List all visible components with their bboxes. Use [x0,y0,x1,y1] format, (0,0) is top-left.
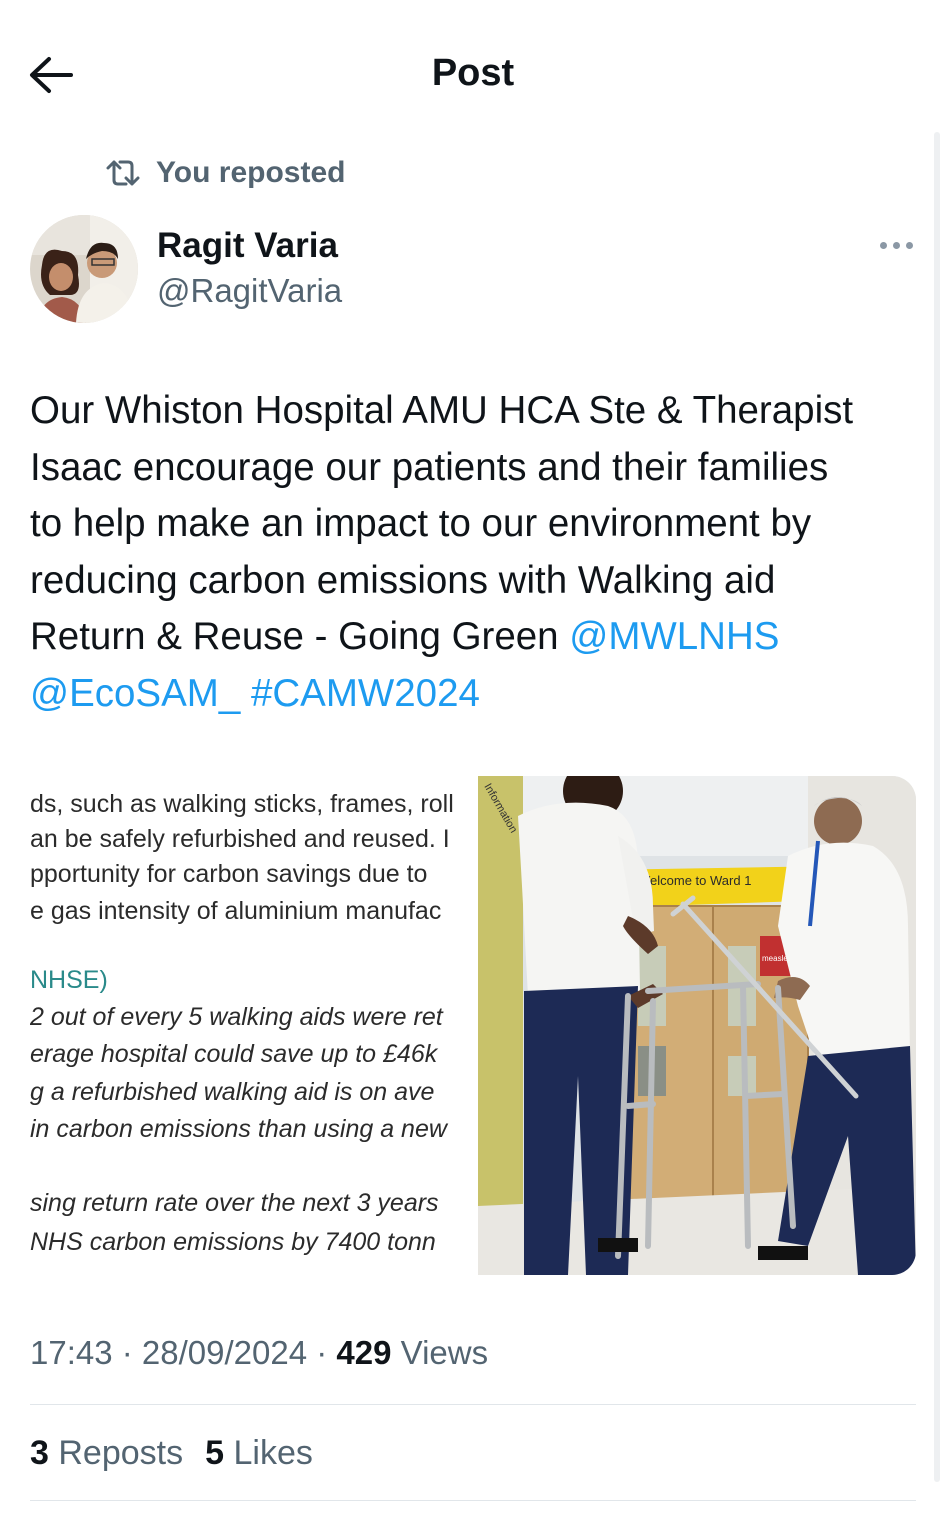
media-document-image: ds, such as walking sticks, frames, roll… [30,776,476,1275]
top-bar: Post [0,0,946,140]
post-time[interactable]: 17:43 [30,1334,113,1371]
likes-count: 5 [205,1434,225,1472]
likes-stat[interactable]: 5 Likes [205,1434,313,1473]
reposts-label: Reposts [48,1434,184,1472]
post-text: Our Whiston Hospital AMU HCA Ste & Thera… [30,383,930,722]
engagement-stats: 3 Reposts 5 Likes [30,1434,313,1473]
document-text-line: NHSE) [30,966,108,994]
mention-link-mwlnhs[interactable]: @MWLNHS [569,615,779,658]
hashtag-link[interactable]: #CAMW2024 [251,672,480,715]
post-line: Our Whiston Hospital AMU HCA Ste & Thera… [30,389,854,432]
separator: · [307,1334,337,1371]
reposts-stat[interactable]: 3 Reposts [30,1434,183,1473]
document-text-line: in carbon emissions than using a new [30,1115,447,1143]
views-label: Views [391,1334,489,1371]
document-text-line: ds, such as walking sticks, frames, roll [30,790,454,818]
divider [30,1500,916,1501]
likes-label: Likes [224,1434,313,1472]
views-count: 429 [336,1334,392,1371]
mention-link-ecosam[interactable]: @EcoSAM_ [30,672,240,715]
document-text-line: an be safely refurbished and reused. I [30,825,450,853]
document-text-line: NHS carbon emissions by 7400 tonn [30,1228,436,1256]
scrollbar[interactable] [934,132,940,1482]
reposts-count: 3 [30,1434,49,1472]
media-photo-image: Welcome to Ward 1 Information measles [478,776,916,1275]
more-options-icon [879,241,887,249]
repost-icon [106,160,140,186]
author-handle[interactable]: @RagitVaria [157,272,342,310]
ward-sign-text: Welcome to Ward 1 [638,873,751,888]
repost-banner[interactable]: You reposted [104,156,345,190]
post-timestamp-row: 17:43 · 28/09/2024 · 429 Views [30,1334,488,1372]
post-date[interactable]: 28/09/2024 [142,1334,307,1371]
repost-text: You reposted [156,156,346,189]
divider [30,1404,916,1405]
document-text-line: e gas intensity of aluminium manufac [30,897,442,925]
more-options-button[interactable] [868,230,924,260]
avatar[interactable] [30,215,138,323]
document-text-line: erage hospital could save up to £46k [30,1040,438,1068]
document-text-line: sing return rate over the next 3 years [30,1189,439,1217]
post-text-segment: Return & Reuse - Going Green [30,615,570,658]
post-line: Isaac encourage our patients and their f… [30,445,829,489]
more-dot [892,241,900,249]
document-text-line: pportunity for carbon savings due to [30,860,428,888]
post-media[interactable]: ds, such as walking sticks, frames, roll… [30,776,916,1275]
page-title: Post [431,52,515,94]
post-line: to help make an impact to our environmen… [30,502,812,545]
separator: · [112,1334,142,1371]
post-line: reducing carbon emissions with Walking a… [30,558,776,602]
post-line: Return & Reuse - Going Green @MWLNHS [30,609,930,666]
more-dot [905,241,913,249]
author-name[interactable]: Ragit Varia [157,226,338,266]
document-text-line: g a refurbished walking aid is on ave [30,1078,435,1106]
post-line: @EcoSAM_ #CAMW2024 [30,666,930,723]
document-text-line: 2 out of every 5 walking aids were ret [30,1003,443,1031]
